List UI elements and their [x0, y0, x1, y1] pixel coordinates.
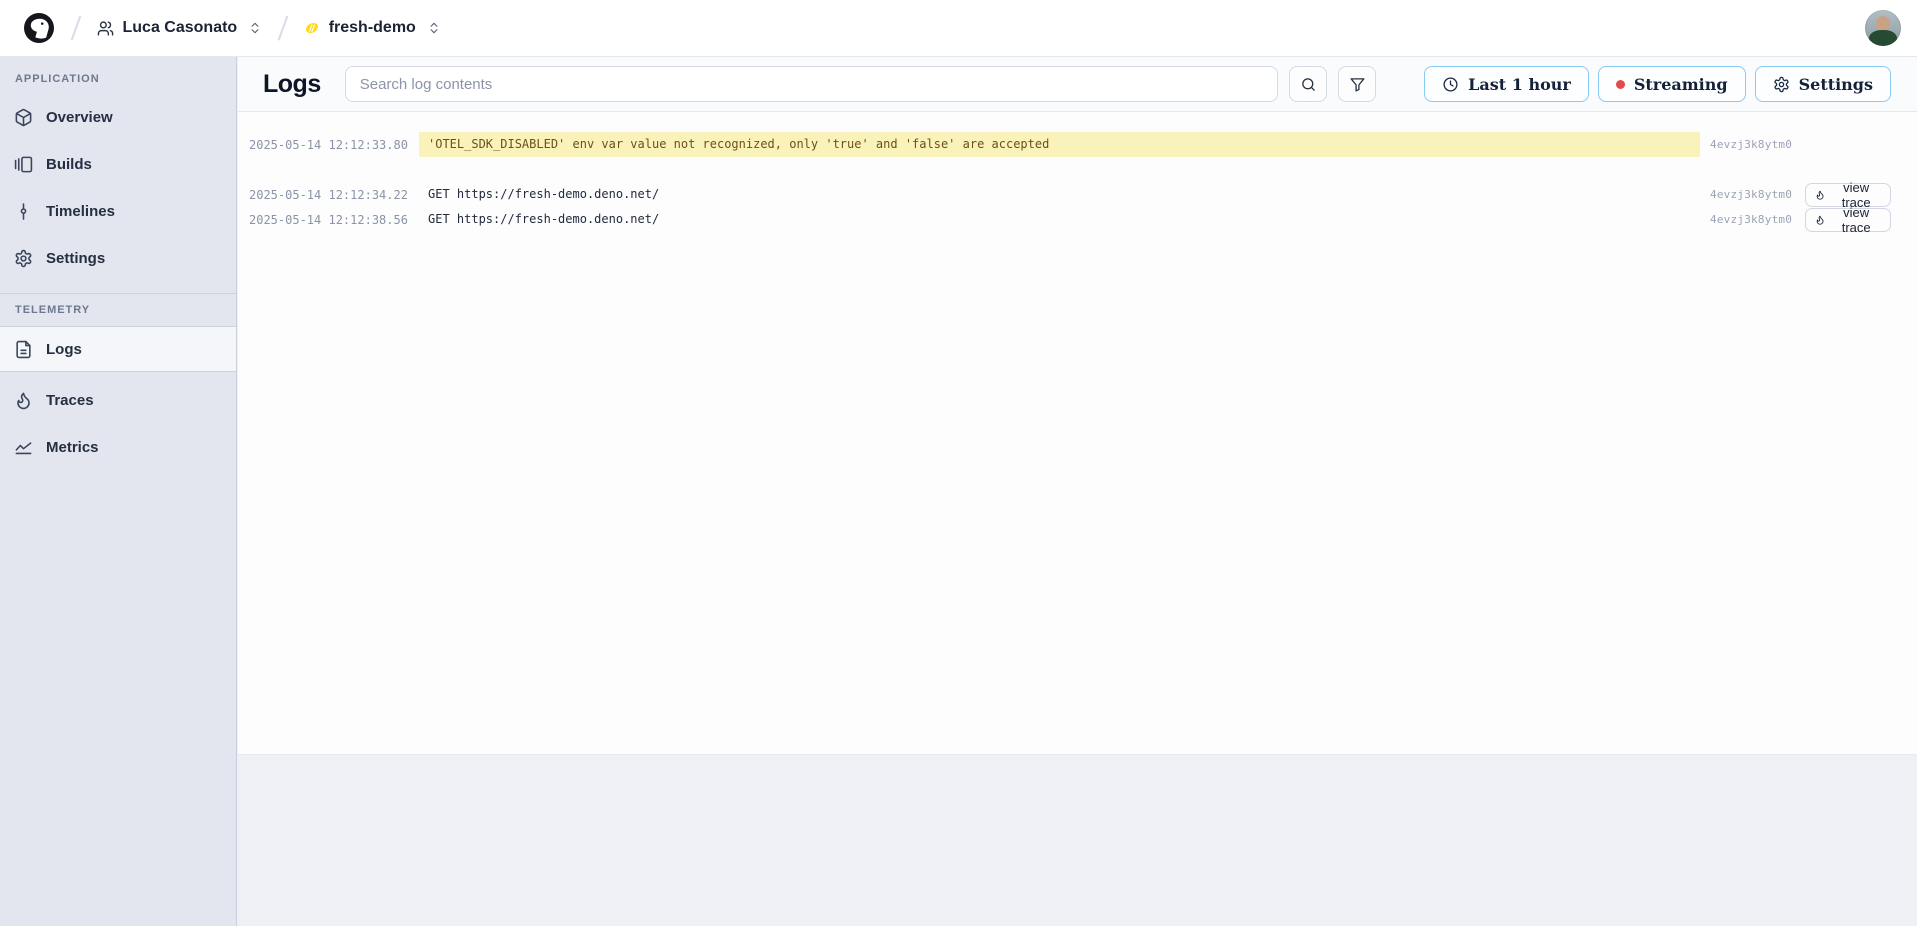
sidebar-item-settings[interactable]: Settings	[0, 239, 236, 277]
filter-funnel-icon	[1349, 76, 1366, 93]
flame-icon	[1815, 189, 1825, 201]
sidebar-item-label: Timelines	[46, 203, 115, 220]
time-range-label: Last 1 hour	[1468, 75, 1571, 94]
sidebar-section-telemetry: TELEMETRY	[0, 304, 236, 320]
flame-icon	[1815, 214, 1825, 226]
settings-label: Settings	[1799, 75, 1873, 94]
page-title: Logs	[263, 70, 321, 99]
user-avatar[interactable]	[1865, 10, 1901, 46]
search-input[interactable]	[345, 66, 1278, 102]
sidebar-item-label: Traces	[46, 392, 94, 409]
log-row[interactable]: 2025-05-14 12:12:38.56 GET https://fresh…	[238, 207, 1917, 232]
sidebar-item-label: Metrics	[46, 439, 99, 456]
org-switcher-unfold-icon[interactable]	[248, 21, 262, 35]
breadcrumb-separator	[71, 16, 81, 41]
search-button[interactable]	[1289, 66, 1327, 102]
view-trace-button[interactable]: view trace	[1805, 183, 1891, 207]
log-meta: 4evzj3k8ytm0 view trace	[1710, 183, 1891, 207]
log-row[interactable]: 2025-05-14 12:12:34.22 GET https://fresh…	[238, 182, 1917, 207]
org-users-icon	[97, 20, 114, 37]
log-trace-id: 4evzj3k8ytm0	[1710, 213, 1792, 226]
sidebar-item-metrics[interactable]: Metrics	[0, 428, 236, 466]
sidebar-item-label: Overview	[46, 109, 113, 126]
streaming-live-dot-icon	[1616, 80, 1625, 89]
deno-logo-icon[interactable]	[23, 12, 55, 44]
sidebar-item-label: Builds	[46, 156, 92, 173]
time-range-button[interactable]: Last 1 hour	[1424, 66, 1589, 102]
file-text-icon	[14, 340, 33, 359]
timeline-icon	[14, 202, 33, 221]
log-message: GET https://fresh-demo.deno.net/	[419, 207, 1710, 232]
log-message-warning: 'OTEL_SDK_DISABLED' env var value not re…	[419, 132, 1700, 157]
log-meta: 4evzj3k8ytm0 view trace	[1710, 208, 1891, 232]
sidebar-divider	[0, 293, 236, 294]
breadcrumb-separator	[278, 16, 288, 41]
topbar: Luca Casonato fresh-demo	[0, 0, 1917, 57]
fresh-lemon-icon	[304, 20, 320, 36]
project-switcher-unfold-icon[interactable]	[427, 21, 441, 35]
breadcrumb-project[interactable]: fresh-demo	[304, 19, 441, 37]
sidebar-section-application: APPLICATION	[0, 73, 236, 89]
clock-icon	[1442, 76, 1459, 93]
streaming-label: Streaming	[1634, 75, 1728, 94]
streaming-button[interactable]: Streaming	[1598, 66, 1746, 102]
gear-icon	[14, 249, 33, 268]
main-content: Logs Last 1 hour Streaming Settings 202	[238, 57, 1917, 926]
sidebar-item-overview[interactable]: Overview	[0, 98, 236, 136]
filter-button[interactable]	[1338, 66, 1376, 102]
builds-panels-icon	[14, 155, 33, 174]
log-settings-button[interactable]: Settings	[1755, 66, 1891, 102]
log-trace-id: 4evzj3k8ytm0	[1710, 138, 1796, 151]
sidebar-item-label: Settings	[46, 250, 105, 267]
sidebar-item-logs[interactable]: Logs	[0, 326, 236, 372]
view-trace-label: view trace	[1831, 205, 1881, 235]
log-message: GET https://fresh-demo.deno.net/	[419, 182, 1710, 207]
breadcrumb-org[interactable]: Luca Casonato	[97, 19, 263, 37]
project-name: fresh-demo	[329, 19, 416, 37]
sidebar: APPLICATION Overview Builds Timelines Se…	[0, 57, 237, 926]
toolbar-actions: Last 1 hour Streaming Settings	[1424, 66, 1891, 102]
flame-icon	[14, 391, 33, 410]
gear-icon	[1773, 76, 1790, 93]
logs-toolbar: Logs Last 1 hour Streaming Settings	[238, 57, 1917, 112]
view-trace-button[interactable]: view trace	[1805, 208, 1891, 232]
search-icon	[1300, 76, 1317, 93]
trend-chart-icon	[14, 438, 33, 457]
org-name: Luca Casonato	[123, 19, 238, 37]
log-timestamp: 2025-05-14 12:12:33.80	[249, 138, 412, 152]
box-icon	[14, 108, 33, 127]
log-list: 2025-05-14 12:12:33.80 'OTEL_SDK_DISABLE…	[238, 112, 1917, 755]
log-timestamp: 2025-05-14 12:12:34.22	[249, 188, 412, 202]
sidebar-item-traces[interactable]: Traces	[0, 381, 236, 419]
log-row[interactable]: 2025-05-14 12:12:33.80 'OTEL_SDK_DISABLE…	[238, 132, 1917, 157]
log-timestamp: 2025-05-14 12:12:38.56	[249, 213, 412, 227]
sidebar-item-label: Logs	[46, 341, 82, 358]
sidebar-item-builds[interactable]: Builds	[0, 145, 236, 183]
log-trace-id: 4evzj3k8ytm0	[1710, 188, 1792, 201]
log-meta: 4evzj3k8ytm0	[1710, 138, 1891, 151]
sidebar-item-timelines[interactable]: Timelines	[0, 192, 236, 230]
